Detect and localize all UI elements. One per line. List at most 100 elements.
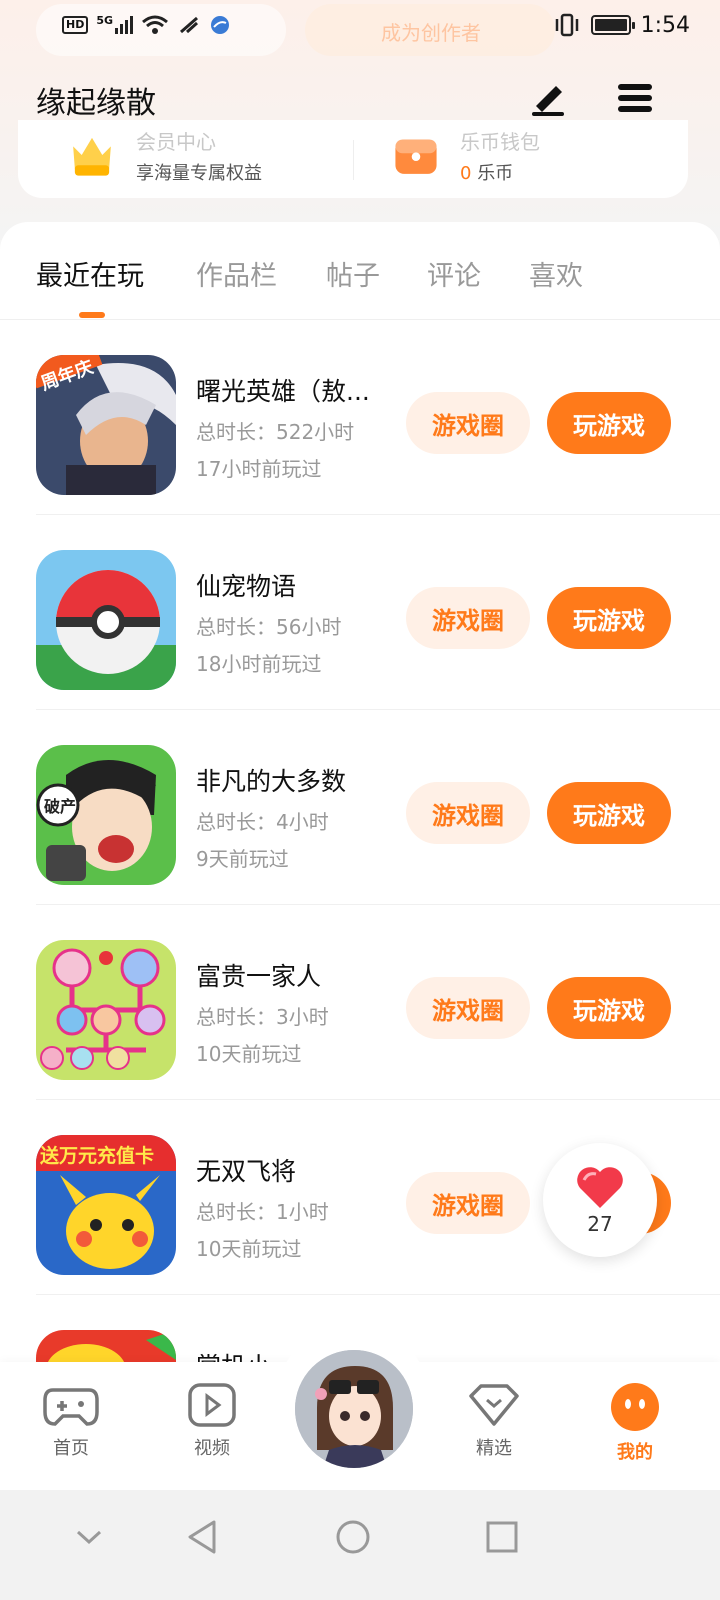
tab-comments[interactable]: 评论 bbox=[427, 254, 481, 293]
status-right: 1:54 bbox=[553, 13, 690, 38]
home-button[interactable] bbox=[328, 1512, 378, 1562]
avatar-girl-icon bbox=[295, 1350, 413, 1468]
heart-diamond-icon bbox=[469, 1384, 519, 1426]
game-icon-badge: 送万元充值卡 bbox=[40, 1144, 154, 1167]
hero-portrait-icon: 周年庆 bbox=[36, 355, 176, 495]
game-duration: 总时长：56小时 bbox=[196, 615, 342, 639]
system-navigation-bar bbox=[0, 1490, 720, 1600]
game-last-played: 18小时前玩过 bbox=[196, 652, 322, 676]
like-count: 27 bbox=[587, 1212, 613, 1236]
game-last-played: 10天前玩过 bbox=[196, 1042, 302, 1066]
collapse-button[interactable] bbox=[64, 1512, 114, 1562]
back-triangle-icon bbox=[188, 1520, 216, 1554]
pencil-icon bbox=[532, 86, 564, 116]
game-row[interactable]: 破产 非凡的大多数 总时长：4小时 9天前玩过 游戏圈 玩游戏 bbox=[0, 710, 720, 905]
status-bar: HD 5G 1:54 bbox=[0, 0, 720, 50]
play-game-button[interactable]: 玩游戏 bbox=[547, 977, 671, 1039]
wallet-icon bbox=[395, 139, 437, 174]
network-type: 5G bbox=[96, 13, 114, 27]
game-last-played: 9天前玩过 bbox=[196, 847, 289, 871]
game-duration: 总时长：522小时 bbox=[196, 420, 355, 444]
signal-icon bbox=[115, 16, 134, 34]
game-name: 无双飞将 bbox=[196, 1157, 297, 1186]
play-game-button[interactable]: 玩游戏 bbox=[547, 782, 671, 844]
hamburger-icon bbox=[618, 84, 652, 112]
game-duration: 总时长：3小时 bbox=[196, 1005, 329, 1029]
menu-button[interactable] bbox=[612, 76, 660, 120]
recents-button[interactable] bbox=[477, 1512, 527, 1562]
page-title: 缘起缘散 bbox=[36, 86, 156, 121]
wifi-icon bbox=[142, 15, 168, 34]
gamepad-icon bbox=[43, 1388, 99, 1426]
game-last-played: 10天前玩过 bbox=[196, 1237, 302, 1261]
game-circle-button[interactable]: 游戏圈 bbox=[406, 392, 530, 454]
status-time: 1:54 bbox=[640, 12, 690, 38]
back-button[interactable] bbox=[178, 1512, 228, 1562]
avatar[interactable] bbox=[291, 1346, 417, 1472]
game-name: 非凡的大多数 bbox=[196, 767, 347, 796]
like-float-button[interactable]: 27 bbox=[543, 1143, 657, 1257]
member-card: 会员中心 享海量专属权益 乐币钱包 0 乐币 bbox=[18, 120, 688, 198]
game-icon[interactable] bbox=[36, 550, 176, 690]
game-circle-button[interactable]: 游戏圈 bbox=[406, 587, 530, 649]
cartoon-character-icon: 破产 bbox=[36, 745, 176, 885]
game-circle-button[interactable]: 游戏圈 bbox=[406, 977, 530, 1039]
tab-likes[interactable]: 喜欢 bbox=[529, 254, 583, 293]
game-icon[interactable]: 周年庆 bbox=[36, 355, 176, 495]
nav-featured[interactable]: 精选 bbox=[449, 1382, 539, 1460]
nav-mine[interactable]: 我的 bbox=[590, 1382, 680, 1464]
game-icon[interactable] bbox=[36, 940, 176, 1080]
game-circle-button[interactable]: 游戏圈 bbox=[406, 1172, 530, 1234]
page-header: 缘起缘散 bbox=[0, 70, 720, 130]
wallet-balance: 0 乐币 bbox=[460, 159, 540, 185]
battery-icon bbox=[590, 15, 635, 35]
vibrate-icon bbox=[555, 13, 578, 37]
bottom-navigation: 首页 视频 精选 我的 bbox=[0, 1322, 720, 1490]
game-icon[interactable]: 送万元充值卡 bbox=[36, 1135, 176, 1275]
wallet-amount: 0 bbox=[460, 162, 472, 184]
hotspot-icon bbox=[180, 16, 199, 34]
nav-video[interactable]: 视频 bbox=[167, 1382, 257, 1460]
play-game-button[interactable]: 玩游戏 bbox=[547, 392, 671, 454]
nav-home[interactable]: 首页 bbox=[26, 1382, 116, 1460]
game-row[interactable]: 仙宠物语 总时长：56小时 18小时前玩过 游戏圈 玩游戏 bbox=[0, 515, 720, 710]
member-card-divider bbox=[353, 140, 354, 180]
nav-label: 我的 bbox=[617, 1442, 653, 1463]
edit-button[interactable] bbox=[526, 76, 570, 120]
app-notification-icon bbox=[211, 16, 230, 34]
tab-bar: 最近在玩 作品栏 帖子 评论 喜欢 bbox=[0, 222, 720, 320]
tab-posts[interactable]: 帖子 bbox=[326, 254, 380, 293]
vip-subtitle: 享海量专属权益 bbox=[136, 162, 262, 184]
pokeball-icon bbox=[36, 550, 176, 690]
tab-indicator bbox=[79, 312, 105, 318]
chevron-down-icon bbox=[76, 1530, 102, 1545]
hd-indicator: HD bbox=[62, 16, 89, 34]
family-tree-icon bbox=[36, 940, 176, 1080]
game-duration: 总时长：4小时 bbox=[196, 810, 329, 834]
play-game-button[interactable]: 玩游戏 bbox=[547, 587, 671, 649]
game-last-played: 17小时前玩过 bbox=[196, 457, 322, 481]
wallet-unit: 乐币 bbox=[477, 162, 514, 184]
video-play-icon bbox=[188, 1383, 236, 1427]
crown-icon bbox=[73, 137, 111, 176]
game-duration: 总时长：1小时 bbox=[196, 1200, 329, 1224]
pikachu-icon: 送万元充值卡 bbox=[36, 1135, 176, 1275]
tab-recent[interactable]: 最近在玩 bbox=[36, 254, 144, 293]
game-name: 仙宠物语 bbox=[196, 572, 297, 601]
game-icon-badge: 破产 bbox=[44, 797, 76, 816]
game-name: 富贵一家人 bbox=[196, 962, 322, 991]
home-circle-icon bbox=[336, 1520, 370, 1554]
status-left: HD 5G bbox=[62, 14, 231, 36]
game-name: 曙光英雄（敖... bbox=[196, 377, 370, 406]
nav-label: 视频 bbox=[194, 1438, 230, 1459]
recents-square-icon bbox=[486, 1521, 518, 1553]
game-row[interactable]: 周年庆 曙光英雄（敖... 总时长：522小时 17小时前玩过 游戏圈 玩游戏 bbox=[0, 320, 720, 515]
heart-icon bbox=[577, 1167, 623, 1208]
game-circle-button[interactable]: 游戏圈 bbox=[406, 782, 530, 844]
wallet[interactable]: 乐币钱包 0 乐币 bbox=[388, 120, 540, 190]
game-row[interactable]: 富贵一家人 总时长：3小时 10天前玩过 游戏圈 玩游戏 bbox=[0, 905, 720, 1100]
tab-works[interactable]: 作品栏 bbox=[196, 254, 277, 293]
vip-center[interactable]: 会员中心 享海量专属权益 bbox=[64, 120, 262, 190]
face-icon bbox=[611, 1383, 659, 1431]
game-icon[interactable]: 破产 bbox=[36, 745, 176, 885]
